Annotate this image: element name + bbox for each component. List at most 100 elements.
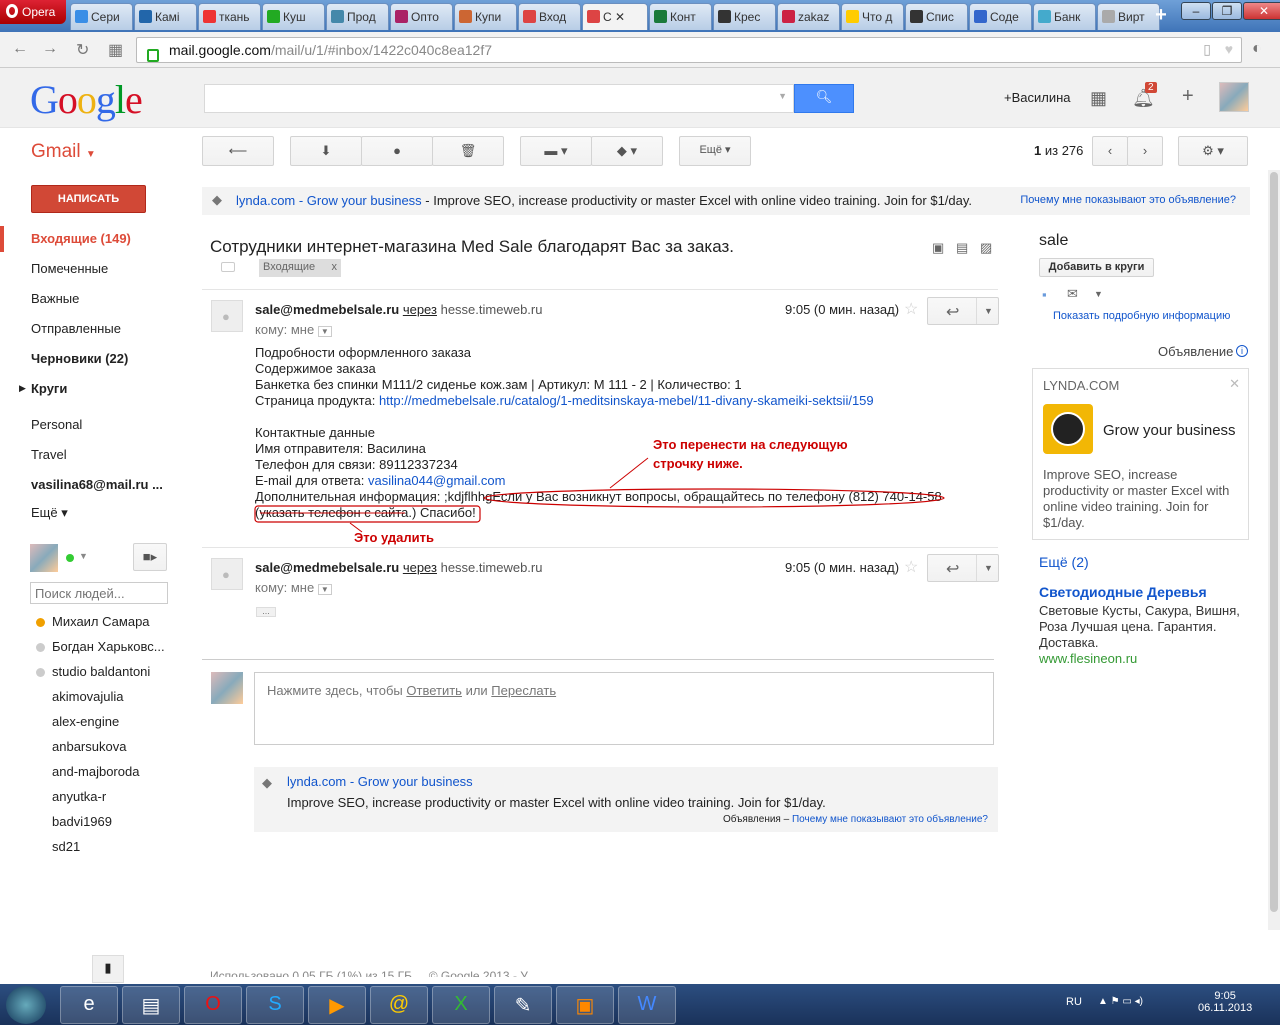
why-ad-link[interactable]: Почему мне показывают это объявление? bbox=[1020, 194, 1236, 206]
settings-button[interactable]: ⚙ ▾ bbox=[1178, 136, 1248, 166]
older-button[interactable]: › bbox=[1127, 136, 1163, 166]
bottom-ad: ◆ lynda.com - Grow your business Improve… bbox=[254, 767, 998, 832]
download-icon[interactable]: ◐ bbox=[1252, 40, 1262, 58]
message2-time: 9:05 (0 мин. назад) bbox=[785, 560, 900, 575]
contact-item[interactable]: Михаил Самара bbox=[52, 614, 150, 629]
speech-bubble-icon: ▮ bbox=[104, 960, 112, 975]
explorer-taskbar-icon[interactable]: ▤ bbox=[122, 986, 180, 1024]
ad2-text: Световые Кусты, Сакура, Вишня, Роза Лучш… bbox=[1039, 603, 1240, 650]
divider bbox=[202, 659, 994, 660]
newer-button[interactable]: ‹ bbox=[1092, 136, 1128, 166]
reply-arrow-icon: ↩ bbox=[946, 561, 960, 578]
contact-item[interactable]: anbarsukova bbox=[52, 739, 126, 754]
contact-item[interactable]: anyutka-r bbox=[52, 789, 106, 804]
footer-partial: Использовано 0,05 ГБ (1%) из 15 ГБ ... ©… bbox=[210, 969, 528, 977]
contact-name: sale bbox=[1039, 232, 1069, 249]
mail-agent-taskbar-icon[interactable]: @ bbox=[370, 986, 428, 1024]
bookmark-icon[interactable]: ▯ bbox=[1203, 41, 1211, 58]
contact-item[interactable]: and-majboroda bbox=[52, 764, 139, 779]
word-taskbar-icon[interactable]: W bbox=[618, 986, 676, 1024]
reply-button[interactable]: ↩ ▼ bbox=[927, 554, 999, 582]
reply-link[interactable]: Ответить bbox=[406, 683, 462, 698]
sender-avatar: ● bbox=[211, 558, 243, 590]
dropdown-icon: ▼ bbox=[984, 563, 993, 573]
add-to-circles-button[interactable]: Добавить в круги bbox=[1039, 258, 1154, 277]
ad-tag-icon: ◆ bbox=[262, 775, 272, 790]
system-clock[interactable]: 9:05 06.11.2013 bbox=[1198, 990, 1252, 1014]
bottom-ad-title[interactable]: lynda.com - Grow your business bbox=[287, 774, 473, 789]
message-counter: 1 из 276 bbox=[1034, 143, 1084, 158]
window-controls: – ❐ ✕ bbox=[1180, 2, 1280, 20]
contact-item[interactable]: alex-engine bbox=[52, 714, 119, 729]
contact-item[interactable]: akimovajulia bbox=[52, 689, 124, 704]
paint-taskbar-icon[interactable]: ✎ bbox=[494, 986, 552, 1024]
feedback-button[interactable]: ▮ bbox=[92, 955, 124, 983]
heart-icon[interactable]: ♥ bbox=[1225, 41, 1233, 57]
excel-taskbar-icon[interactable]: X bbox=[432, 986, 490, 1024]
info-icon[interactable]: i bbox=[1236, 345, 1248, 357]
ad2-title[interactable]: Светодиодные Деревья bbox=[1039, 584, 1207, 600]
star-icon[interactable]: ☆ bbox=[904, 557, 918, 577]
lynda-logo-icon bbox=[1043, 404, 1093, 454]
apps-grid-icon[interactable]: ▦ bbox=[1090, 88, 1107, 109]
gear-icon: ⚙ ▾ bbox=[1202, 143, 1224, 158]
new-tab-button[interactable]: + bbox=[1148, 4, 1174, 28]
language-indicator[interactable]: RU bbox=[1066, 996, 1082, 1008]
message2-sender: sale@medmebelsale.ru через hesse.timeweb… bbox=[255, 560, 543, 575]
favicon-icon bbox=[1102, 10, 1115, 23]
presence-dot-icon bbox=[36, 643, 45, 652]
my-avatar bbox=[211, 672, 243, 704]
annotation-move-2: строчку ниже. bbox=[653, 456, 743, 471]
chat-bubble-icon[interactable]: ▪ bbox=[1042, 287, 1047, 302]
person-icon: ● bbox=[222, 567, 230, 582]
minimize-button[interactable]: – bbox=[1181, 2, 1211, 20]
contact-item[interactable]: badvi1969 bbox=[52, 814, 112, 829]
forward-link[interactable]: Переслать bbox=[491, 683, 556, 698]
account-avatar[interactable] bbox=[1219, 82, 1249, 112]
message2-to[interactable]: кому: мне ▼ bbox=[255, 580, 332, 595]
ad-label: Объявление bbox=[1158, 344, 1234, 359]
reply-box[interactable]: Нажмите здесь, чтобы Ответить или Пересл… bbox=[254, 672, 994, 745]
ad2-url[interactable]: www.flesineon.ru bbox=[1039, 651, 1137, 666]
contact-item[interactable]: sd21 bbox=[52, 839, 80, 854]
presence-dot-icon bbox=[36, 618, 45, 627]
ie-taskbar-icon[interactable]: e bbox=[60, 986, 118, 1024]
tray-icons[interactable]: ▲ ⚑ ▭ ◂) bbox=[1098, 996, 1143, 1007]
plus-user-link[interactable]: +Василина bbox=[1004, 90, 1071, 105]
more-ads-link[interactable]: Ещё (2) bbox=[1039, 554, 1089, 570]
show-info-link[interactable]: Показать подробную информацию bbox=[1053, 310, 1230, 322]
divider bbox=[202, 547, 998, 548]
browser-tab[interactable]: Банк bbox=[1033, 3, 1096, 30]
delete-box bbox=[254, 505, 481, 523]
lynda-ad-card[interactable]: LYNDA.COM ✕ Grow your business Improve S… bbox=[1032, 368, 1249, 540]
windows-taskbar: e ▤ O S ▶ @ X ✎ ▣ W RU ▲ ⚑ ▭ ◂) 9:05 06.1… bbox=[0, 984, 1280, 1025]
close-ad-icon[interactable]: ✕ bbox=[1229, 376, 1240, 392]
annotation-overlay bbox=[254, 457, 945, 533]
windows-start-button[interactable] bbox=[6, 986, 46, 1024]
notification-count: 2 bbox=[1145, 82, 1157, 93]
maximize-button[interactable]: ❐ bbox=[1212, 2, 1242, 20]
show-trimmed-button[interactable]: ... bbox=[256, 607, 276, 617]
media-player-taskbar-icon[interactable]: ▶ bbox=[308, 986, 366, 1024]
mail-icon[interactable]: ✉ bbox=[1067, 286, 1078, 302]
share-plus-icon[interactable]: + bbox=[1182, 85, 1194, 108]
annotation-delete: Это удалить bbox=[354, 530, 434, 545]
skype-taskbar-icon[interactable]: S bbox=[246, 986, 304, 1024]
contact-item[interactable]: Богдан Харьковс... bbox=[52, 639, 165, 654]
why-ad-link[interactable]: Почему мне показывают это объявление? bbox=[792, 814, 988, 825]
pdf-taskbar-icon[interactable]: ▣ bbox=[556, 986, 614, 1024]
details-dropdown-icon[interactable]: ▼ bbox=[317, 584, 332, 595]
move-ellipse bbox=[483, 488, 945, 508]
presence-dot-icon bbox=[36, 668, 45, 677]
contact-item[interactable]: studio baldantoni bbox=[52, 664, 150, 679]
annotation-move-1: Это перенести на следующую bbox=[653, 437, 848, 452]
chevron-left-icon: ‹ bbox=[1107, 143, 1113, 158]
close-window-button[interactable]: ✕ bbox=[1243, 2, 1280, 20]
scrollbar[interactable] bbox=[1268, 170, 1280, 930]
opera-taskbar-icon[interactable]: O bbox=[184, 986, 242, 1024]
chevron-right-icon: › bbox=[1142, 143, 1148, 158]
favicon-icon bbox=[1038, 10, 1051, 23]
contact-dropdown-icon[interactable]: ▼ bbox=[1094, 289, 1103, 299]
move-pointer-line bbox=[609, 457, 649, 489]
people-search-input[interactable] bbox=[30, 582, 168, 604]
